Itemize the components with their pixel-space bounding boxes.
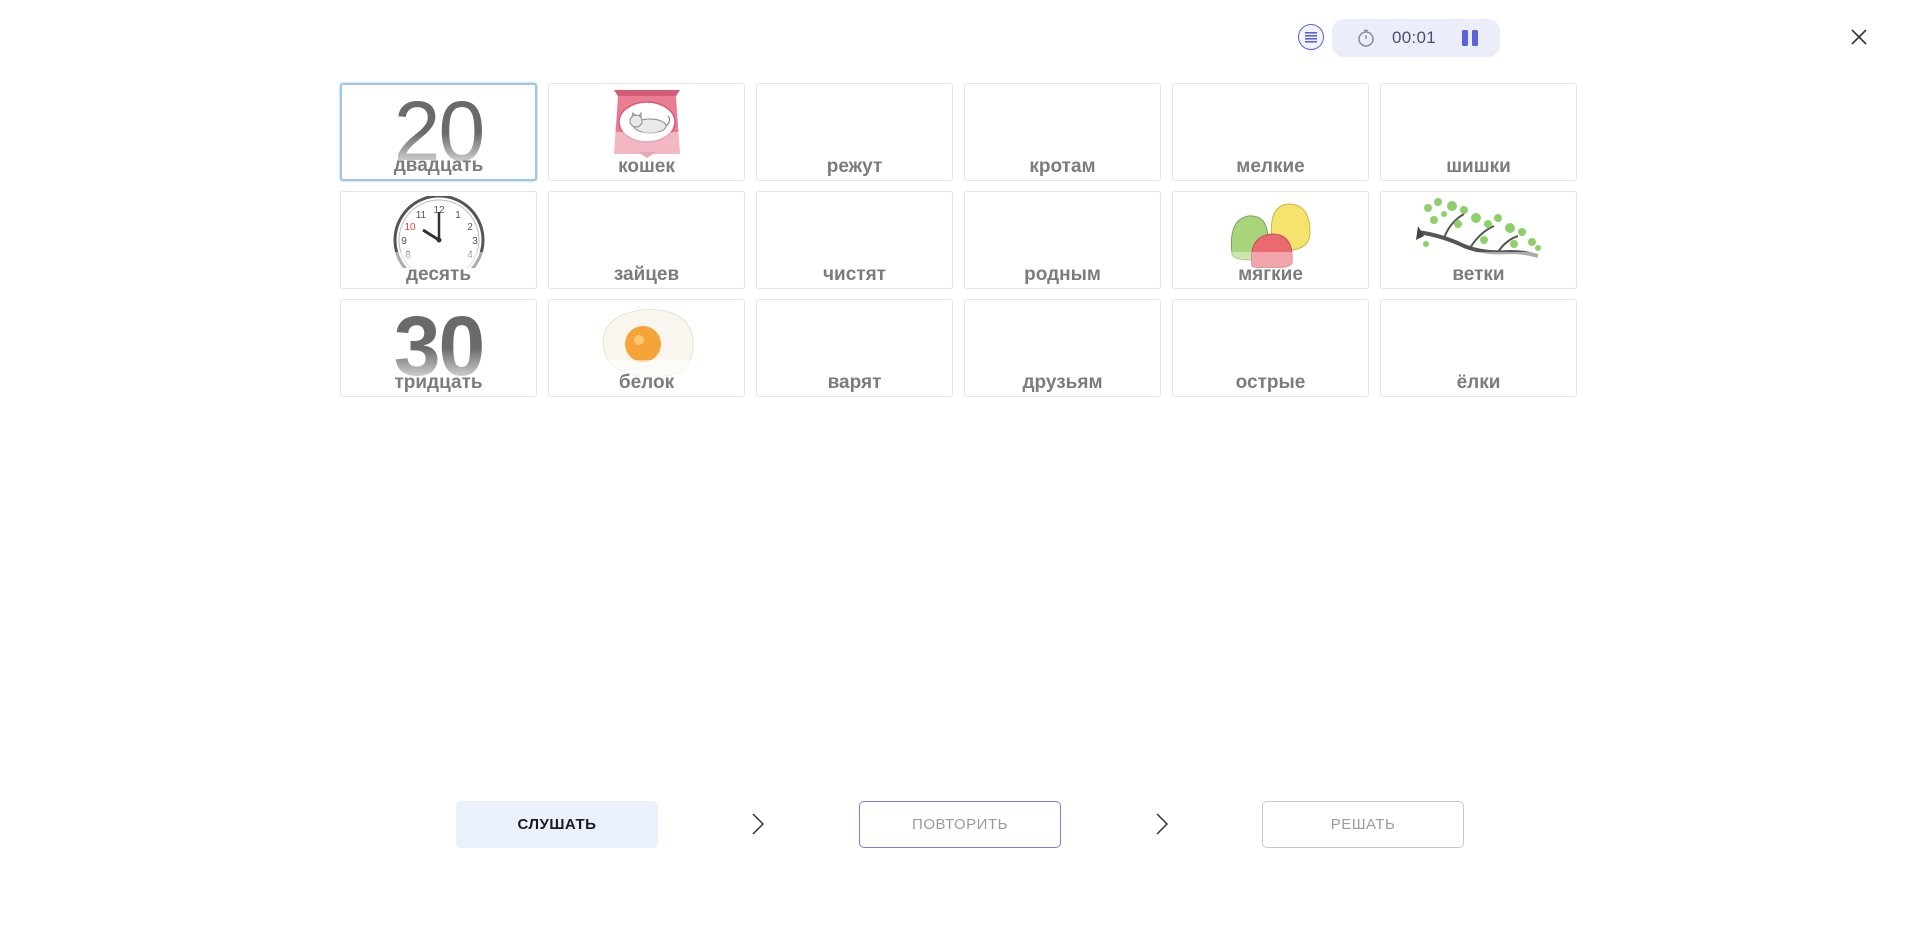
pause-button[interactable] bbox=[1459, 29, 1481, 47]
close-icon[interactable] bbox=[1848, 26, 1870, 48]
word-card[interactable]: острые bbox=[1172, 299, 1369, 397]
cat-food-bag-image bbox=[609, 90, 684, 160]
card-word: зайцев bbox=[613, 264, 680, 285]
tree-branch-image bbox=[1413, 198, 1544, 270]
card-word: шишки bbox=[1446, 156, 1511, 177]
word-card[interactable]: варят bbox=[756, 299, 953, 397]
card-word: кошек bbox=[618, 156, 675, 177]
card-word: кротам bbox=[1029, 156, 1096, 177]
word-card[interactable]: белок bbox=[548, 299, 745, 397]
word-card[interactable]: кошек bbox=[548, 83, 745, 181]
listen-button[interactable]: СЛУШАТЬ bbox=[456, 801, 658, 848]
card-word: десять bbox=[405, 264, 471, 285]
card-word: двадцать bbox=[393, 155, 484, 176]
card-word: тридцать bbox=[394, 372, 483, 393]
card-word: мягкие bbox=[1238, 264, 1303, 285]
chevron-right-icon bbox=[752, 813, 765, 835]
clock-numeral: 1 bbox=[455, 210, 461, 221]
word-card[interactable]: родным bbox=[964, 191, 1161, 289]
card-word: режут bbox=[826, 156, 883, 177]
word-card[interactable]: мелкие bbox=[1172, 83, 1369, 181]
word-card[interactable]: друзьям bbox=[964, 299, 1161, 397]
card-word: друзьям bbox=[1022, 372, 1103, 393]
card-word: ёлки bbox=[1456, 372, 1501, 393]
gummy-candies-image bbox=[1225, 203, 1316, 268]
clock-10-image: 12 1 2 3 4 8 9 10 11 bbox=[390, 196, 487, 268]
repeat-button[interactable]: ПОВТОРИТЬ bbox=[859, 801, 1061, 848]
card-word: белок bbox=[618, 372, 675, 393]
word-card[interactable]: режут bbox=[756, 83, 953, 181]
word-card[interactable]: зайцев bbox=[548, 191, 745, 289]
clock-numeral: 3 bbox=[472, 236, 478, 247]
chevron-right-icon bbox=[1156, 813, 1169, 835]
card-word: мелкие bbox=[1236, 156, 1305, 177]
word-card[interactable]: 30 тридцать bbox=[340, 299, 537, 397]
clock-numeral: 9 bbox=[401, 236, 407, 247]
card-word: ветки bbox=[1452, 264, 1505, 285]
word-card[interactable]: ветки bbox=[1380, 191, 1577, 289]
list-icon bbox=[1305, 32, 1317, 43]
stopwatch-icon bbox=[1358, 29, 1374, 47]
word-card[interactable]: 12 1 2 3 4 8 9 10 11 десять bbox=[340, 191, 537, 289]
clock-numeral: 11 bbox=[415, 210, 426, 221]
timer-value: 00:01 bbox=[1392, 28, 1437, 47]
word-card[interactable]: кротам bbox=[964, 83, 1161, 181]
card-word: родным bbox=[1024, 264, 1101, 285]
list-menu-button[interactable] bbox=[1298, 24, 1324, 50]
timer: 00:01 bbox=[1332, 19, 1500, 57]
pause-icon bbox=[1462, 30, 1468, 46]
clock-numeral: 10 bbox=[404, 222, 416, 233]
card-word: чистят bbox=[823, 264, 886, 285]
fried-egg-image bbox=[594, 308, 699, 378]
solve-button[interactable]: РЕШАТЬ bbox=[1262, 801, 1464, 848]
word-card[interactable]: чистят bbox=[756, 191, 953, 289]
word-card[interactable]: 20 двадцать bbox=[340, 83, 537, 181]
card-word: острые bbox=[1235, 372, 1306, 393]
card-word: варят bbox=[827, 372, 882, 393]
word-card[interactable]: ёлки bbox=[1380, 299, 1577, 397]
word-card[interactable]: мягкие bbox=[1172, 191, 1369, 289]
word-card[interactable]: шишки bbox=[1380, 83, 1577, 181]
clock-numeral: 2 bbox=[467, 222, 473, 233]
